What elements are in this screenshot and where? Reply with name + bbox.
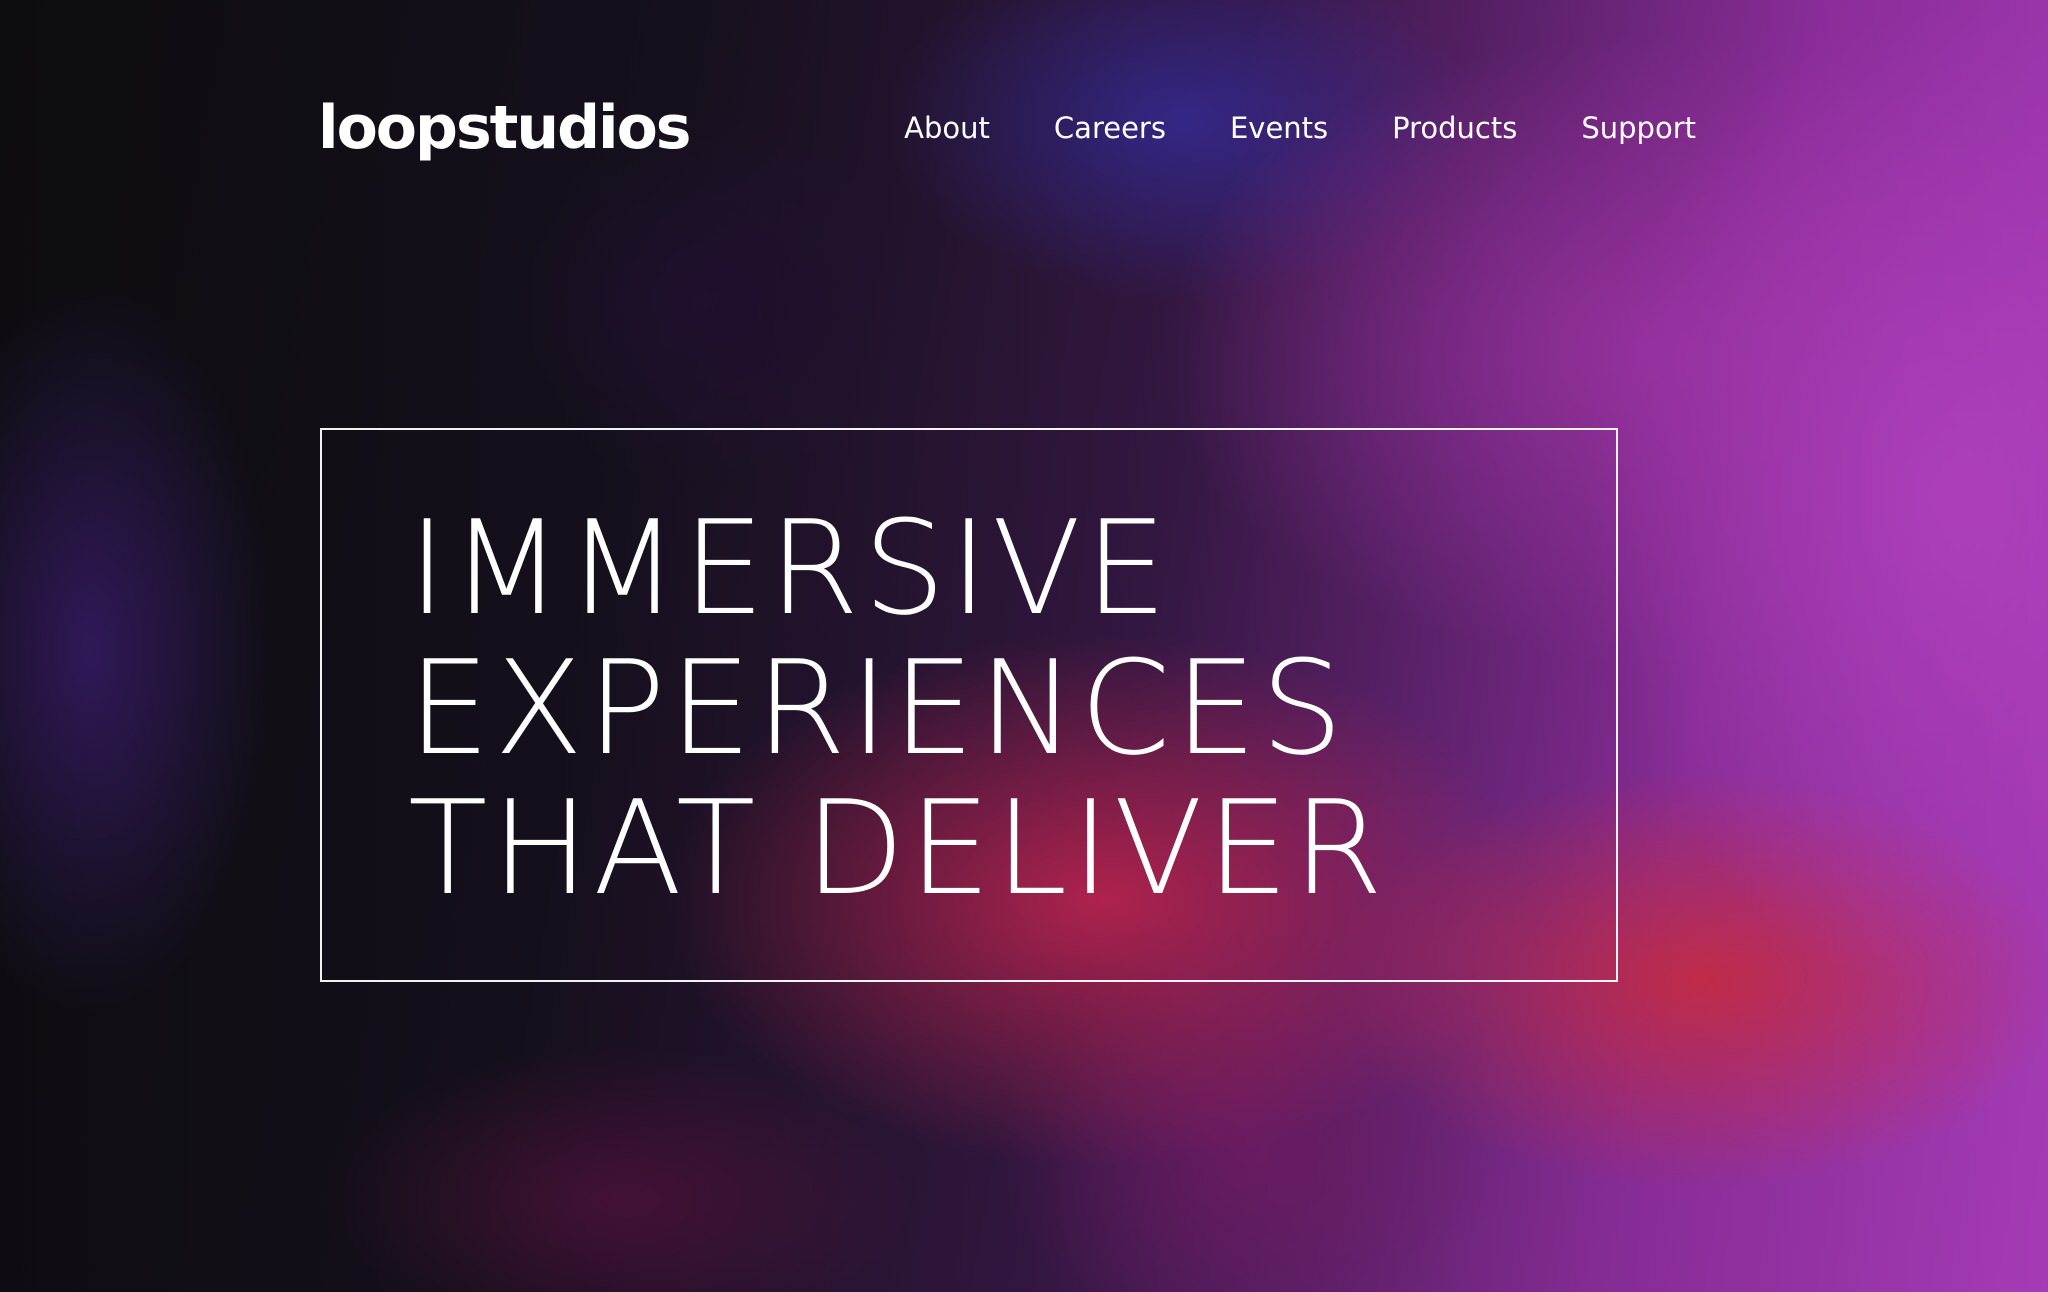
hero-headline-box: IMMERSIVE EXPERIENCES THAT DELIVER (320, 428, 1618, 982)
nav-link-about[interactable]: About (904, 113, 990, 143)
main-nav: About Careers Events Products Support (904, 113, 1696, 143)
page: loopstudios About Careers Events Product… (0, 0, 2048, 1292)
nav-link-careers[interactable]: Careers (1054, 113, 1166, 143)
headline-line-3: THAT DELIVER (408, 772, 1388, 924)
nav-link-events[interactable]: Events (1230, 113, 1328, 143)
site-header: loopstudios About Careers Events Product… (318, 88, 1696, 168)
headline-line-2: EXPERIENCES (408, 632, 1348, 784)
logo[interactable]: loopstudios (318, 98, 692, 158)
hero-headline: IMMERSIVE EXPERIENCES THAT DELIVER (408, 498, 1387, 918)
nav-link-support[interactable]: Support (1581, 113, 1696, 143)
nav-link-products[interactable]: Products (1392, 113, 1517, 143)
headline-line-1: IMMERSIVE (408, 492, 1172, 644)
